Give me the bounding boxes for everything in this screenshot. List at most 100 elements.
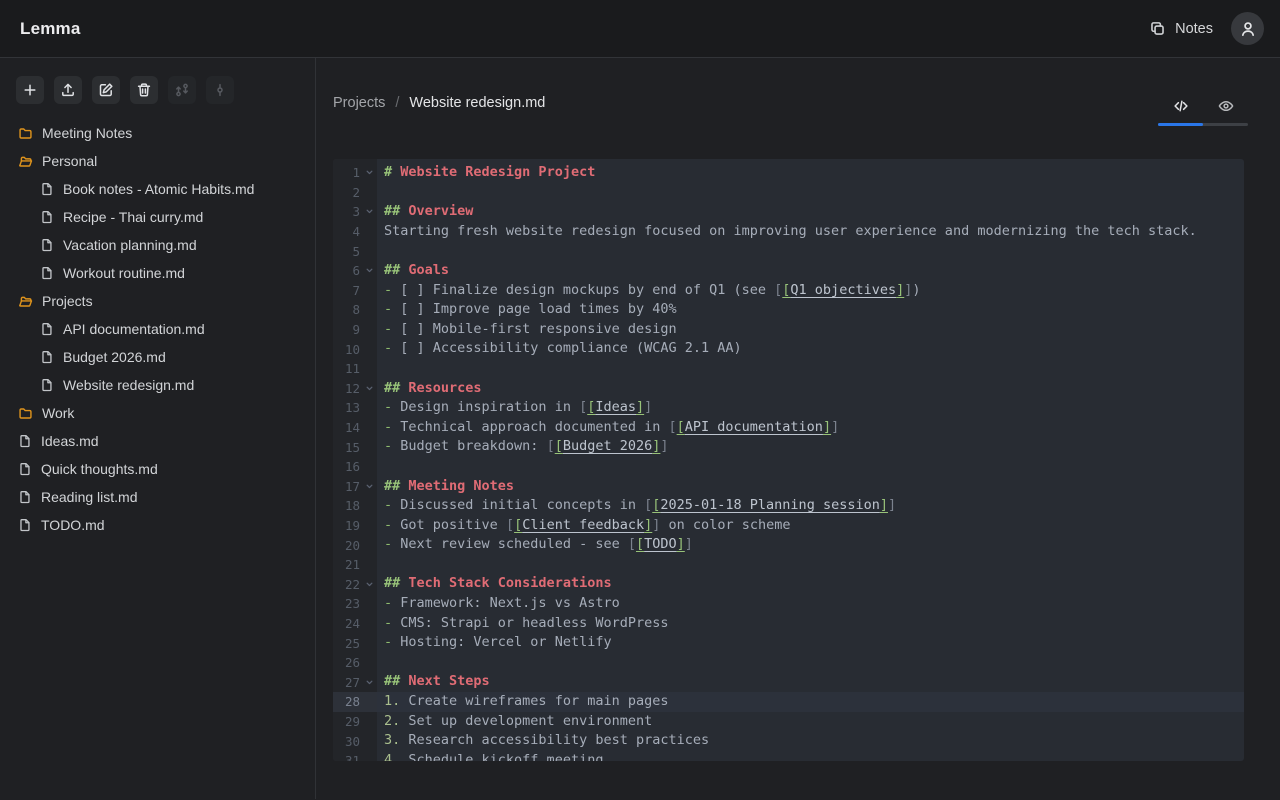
editor-line-11[interactable]: 11 — [333, 359, 1244, 379]
code-line-content[interactable]: 4. Schedule kickoff meeting — [377, 751, 1244, 761]
editor-line-8[interactable]: 8- [ ] Improve page load times by 40% — [333, 300, 1244, 320]
code-line-content[interactable]: - Framework: Next.js vs Astro — [377, 594, 1244, 614]
tree-folder-personal[interactable]: Personal — [0, 147, 315, 175]
gutter: 1 — [333, 163, 377, 183]
code-line-content[interactable]: ## Overview — [377, 202, 1244, 222]
editor-line-4[interactable]: 4Starting fresh website redesign focused… — [333, 222, 1244, 242]
edit-note-button[interactable] — [92, 76, 120, 104]
editor-line-19[interactable]: 19- Got positive [[Client feedback]] on … — [333, 516, 1244, 536]
editor-line-27[interactable]: 27## Next Steps — [333, 672, 1244, 692]
code-line-content[interactable]: - [ ] Mobile-first responsive design — [377, 320, 1244, 340]
git-commit-button[interactable] — [206, 76, 234, 104]
upload-button[interactable] — [54, 76, 82, 104]
code-line-content[interactable] — [377, 241, 1244, 261]
file-toolbar — [0, 76, 315, 104]
editor-line-18[interactable]: 18- Discussed initial concepts in [[2025… — [333, 496, 1244, 516]
editor-line-21[interactable]: 21 — [333, 555, 1244, 575]
editor-line-30[interactable]: 303. Research accessibility best practic… — [333, 731, 1244, 751]
git-compare-button[interactable] — [168, 76, 196, 104]
tree-file-todo[interactable]: TODO.md — [0, 511, 315, 539]
tree-file-quick-thoughts[interactable]: Quick thoughts.md — [0, 455, 315, 483]
code-line-content[interactable] — [377, 457, 1244, 477]
tree-folder-work[interactable]: Work — [0, 399, 315, 427]
code-line-content[interactable]: Starting fresh website redesign focused … — [377, 222, 1244, 242]
fold-toggle-icon[interactable] — [362, 384, 377, 393]
editor-line-13[interactable]: 13- Design inspiration in [[Ideas]] — [333, 398, 1244, 418]
editor-line-9[interactable]: 9- [ ] Mobile-first responsive design — [333, 320, 1244, 340]
gutter: 9 — [333, 320, 377, 340]
editor-line-5[interactable]: 5 — [333, 241, 1244, 261]
editor-line-28[interactable]: 281. Create wireframes for main pages — [333, 692, 1244, 712]
editor-line-3[interactable]: 3## Overview — [333, 202, 1244, 222]
tree-file-website-redesign[interactable]: Website redesign.md — [0, 371, 315, 399]
fold-toggle-icon[interactable] — [362, 580, 377, 589]
editor-line-23[interactable]: 23- Framework: Next.js vs Astro — [333, 594, 1244, 614]
tree-file-book-notes-atomic-habits[interactable]: Book notes - Atomic Habits.md — [0, 175, 315, 203]
fold-toggle-icon[interactable] — [362, 266, 377, 275]
tree-file-ideas[interactable]: Ideas.md — [0, 427, 315, 455]
code-line-content[interactable]: - Hosting: Vercel or Netlify — [377, 633, 1244, 653]
code-line-content[interactable]: ## Next Steps — [377, 672, 1244, 692]
code-line-content[interactable] — [377, 555, 1244, 575]
code-line-content[interactable]: # Website Redesign Project — [377, 163, 1244, 183]
editor-line-15[interactable]: 15- Budget breakdown: [[Budget 2026]] — [333, 437, 1244, 457]
tab-preview[interactable] — [1203, 89, 1248, 123]
code-line-content[interactable]: ## Goals — [377, 261, 1244, 281]
code-line-content[interactable]: 2. Set up development environment — [377, 712, 1244, 732]
code-line-content[interactable]: ## Tech Stack Considerations — [377, 574, 1244, 594]
tab-source-view[interactable] — [1158, 89, 1203, 123]
editor-line-14[interactable]: 14- Technical approach documented in [[A… — [333, 418, 1244, 438]
code-line-content[interactable]: - Budget breakdown: [[Budget 2026]] — [377, 437, 1244, 457]
editor-line-2[interactable]: 2 — [333, 183, 1244, 203]
code-line-content[interactable]: - Next review scheduled - see [[TODO]] — [377, 535, 1244, 555]
editor-line-6[interactable]: 6## Goals — [333, 261, 1244, 281]
code-line-content[interactable]: - Technical approach documented in [[API… — [377, 418, 1244, 438]
editor-line-26[interactable]: 26 — [333, 653, 1244, 673]
avatar[interactable] — [1231, 12, 1264, 45]
tree-folder-projects[interactable]: Projects — [0, 287, 315, 315]
new-note-button[interactable] — [16, 76, 44, 104]
code-line-content[interactable] — [377, 183, 1244, 203]
code-line-content[interactable]: - Got positive [[Client feedback]] on co… — [377, 516, 1244, 536]
editor-line-16[interactable]: 16 — [333, 457, 1244, 477]
editor-line-22[interactable]: 22## Tech Stack Considerations — [333, 574, 1244, 594]
tree-file-vacation-planning[interactable]: Vacation planning.md — [0, 231, 315, 259]
editor-line-7[interactable]: 7- [ ] Finalize design mockups by end of… — [333, 281, 1244, 301]
fold-toggle-icon[interactable] — [362, 168, 377, 177]
code-line-content[interactable]: - [ ] Improve page load times by 40% — [377, 300, 1244, 320]
tree-file-workout-routine[interactable]: Workout routine.md — [0, 259, 315, 287]
editor-line-1[interactable]: 1# Website Redesign Project — [333, 163, 1244, 183]
code-line-content[interactable] — [377, 653, 1244, 673]
notes-button[interactable]: Notes — [1149, 20, 1213, 37]
code-line-content[interactable]: - CMS: Strapi or headless WordPress — [377, 614, 1244, 634]
fold-toggle-icon[interactable] — [362, 207, 377, 216]
tree-folder-meeting-notes[interactable]: Meeting Notes — [0, 119, 315, 147]
code-line-content[interactable]: ## Resources — [377, 379, 1244, 399]
tree-file-budget-2026[interactable]: Budget 2026.md — [0, 343, 315, 371]
editor-line-31[interactable]: 314. Schedule kickoff meeting — [333, 751, 1244, 761]
editor-line-10[interactable]: 10- [ ] Accessibility compliance (WCAG 2… — [333, 339, 1244, 359]
tree-file-api-documentation[interactable]: API documentation.md — [0, 315, 315, 343]
code-line-content[interactable]: - [ ] Finalize design mockups by end of … — [377, 281, 1244, 301]
breadcrumb-parent[interactable]: Projects — [333, 95, 385, 111]
tree-file-reading-list[interactable]: Reading list.md — [0, 483, 315, 511]
tree-file-recipe-thai-curry[interactable]: Recipe - Thai curry.md — [0, 203, 315, 231]
code-line-content[interactable]: - [ ] Accessibility compliance (WCAG 2.1… — [377, 339, 1244, 359]
editor-line-17[interactable]: 17## Meeting Notes — [333, 477, 1244, 497]
code-line-content[interactable]: ## Meeting Notes — [377, 477, 1244, 497]
editor-line-29[interactable]: 292. Set up development environment — [333, 712, 1244, 732]
code-line-content[interactable]: - Discussed initial concepts in [[2025-0… — [377, 496, 1244, 516]
editor-line-25[interactable]: 25- Hosting: Vercel or Netlify — [333, 633, 1244, 653]
fold-toggle-icon[interactable] — [362, 678, 377, 687]
code-line-content[interactable]: 3. Research accessibility best practices — [377, 731, 1244, 751]
markdown-editor[interactable]: 1# Website Redesign Project23## Overview… — [333, 159, 1244, 761]
file-icon — [18, 518, 32, 532]
editor-line-12[interactable]: 12## Resources — [333, 379, 1244, 399]
fold-toggle-icon[interactable] — [362, 482, 377, 491]
code-line-content[interactable]: - Design inspiration in [[Ideas]] — [377, 398, 1244, 418]
code-line-content[interactable]: 1. Create wireframes for main pages — [377, 692, 1244, 712]
editor-line-20[interactable]: 20- Next review scheduled - see [[TODO]] — [333, 535, 1244, 555]
delete-note-button[interactable] — [130, 76, 158, 104]
code-line-content[interactable] — [377, 359, 1244, 379]
editor-line-24[interactable]: 24- CMS: Strapi or headless WordPress — [333, 614, 1244, 634]
